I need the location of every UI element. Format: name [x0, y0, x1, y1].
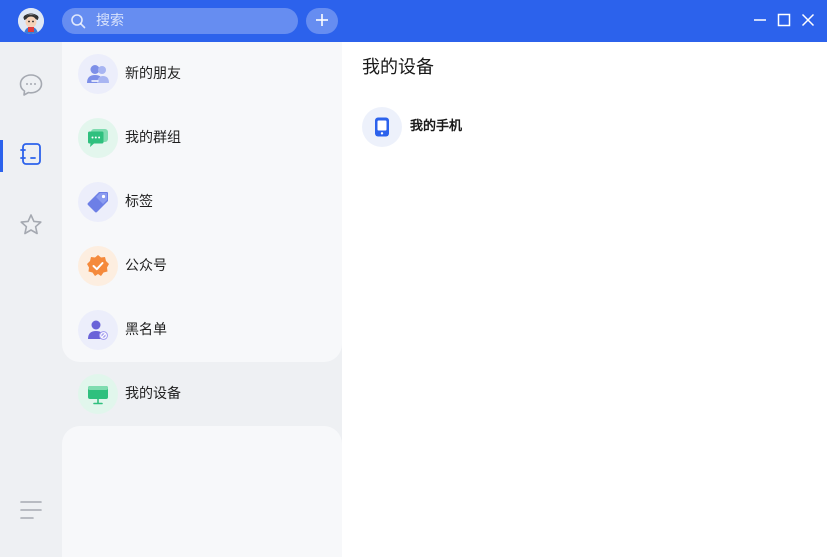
add-button[interactable]: [306, 8, 338, 34]
contact-item-official-accounts[interactable]: 公众号: [62, 234, 342, 298]
search-input[interactable]: [96, 8, 286, 34]
contacts-book-icon: [18, 141, 44, 171]
device-label: 我的手机: [410, 119, 463, 134]
new-friends-icon: [78, 54, 118, 94]
user-avatar[interactable]: [18, 8, 44, 34]
phone-icon: [362, 107, 402, 147]
contact-label: 公众号: [125, 258, 167, 274]
contact-label: 新的朋友: [125, 66, 181, 82]
close-button[interactable]: [798, 11, 818, 31]
groups-icon: [78, 118, 118, 158]
title-bar: [0, 0, 827, 42]
contact-label: 我的设备: [125, 386, 181, 402]
contact-item-tags[interactable]: 标签: [62, 170, 342, 234]
close-icon: [801, 12, 815, 31]
nav-contacts[interactable]: [0, 134, 62, 178]
nav-menu[interactable]: [0, 490, 62, 534]
blacklist-icon: [78, 310, 118, 350]
page-title: 我的设备: [362, 57, 434, 78]
device-item-phone[interactable]: 我的手机: [362, 107, 582, 147]
contact-label: 标签: [125, 194, 153, 210]
contact-item-devices[interactable]: 我的设备: [62, 362, 342, 426]
official-account-icon: [78, 246, 118, 286]
minimize-button[interactable]: [750, 11, 770, 31]
contact-label: 我的群组: [125, 130, 181, 146]
devices-icon: [78, 374, 118, 414]
contact-item-groups[interactable]: 我的群组: [62, 106, 342, 170]
contact-item-new-friends[interactable]: 新的朋友: [62, 42, 342, 106]
contact-item-blacklist[interactable]: 黑名单: [62, 298, 342, 362]
minimize-icon: [753, 12, 767, 31]
search-box[interactable]: [62, 8, 298, 34]
maximize-icon: [777, 12, 791, 31]
nav-sidebar: [0, 42, 62, 557]
star-icon: [18, 212, 44, 242]
contacts-panel: 新的朋友 我的群组 标签 公众号 黑名单 我的设备: [62, 42, 342, 557]
contacts-group-bottom: [62, 426, 342, 557]
main-content: 我的设备 我的手机: [342, 42, 827, 557]
chat-bubble-icon: [18, 72, 44, 102]
maximize-button[interactable]: [774, 11, 794, 31]
nav-favorites[interactable]: [0, 205, 62, 249]
nav-messages[interactable]: [0, 65, 62, 109]
plus-icon: [315, 12, 329, 31]
contact-label: 黑名单: [125, 322, 167, 338]
search-icon: [70, 13, 86, 29]
menu-icon: [19, 498, 43, 526]
tag-icon: [78, 182, 118, 222]
